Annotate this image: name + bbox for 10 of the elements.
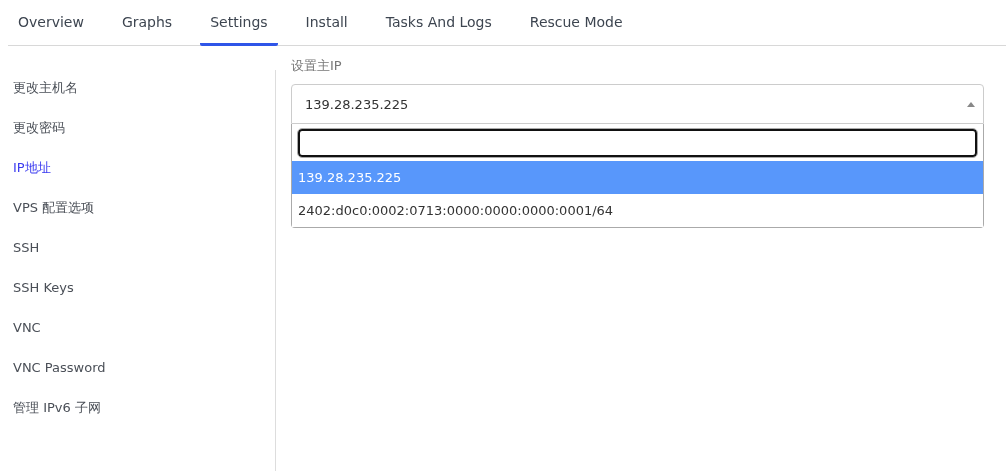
ip-select[interactable]: 139.28.235.225 — [291, 84, 984, 124]
tab[interactable]: Install — [295, 0, 358, 46]
tab[interactable]: Tasks And Logs — [375, 0, 502, 46]
caret-up-icon — [967, 101, 975, 107]
tab[interactable]: Settings — [200, 0, 278, 46]
tab[interactable]: Graphs — [111, 0, 183, 46]
tab[interactable]: Rescue Mode — [519, 0, 633, 46]
tab[interactable]: Overview — [8, 0, 94, 46]
field-label: 设置主IP — [291, 57, 343, 75]
search-field[interactable] — [298, 129, 977, 157]
